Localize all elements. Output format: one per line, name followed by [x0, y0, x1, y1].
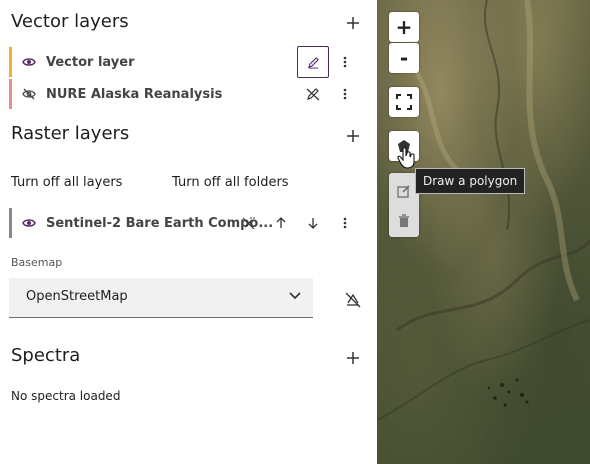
edit-icon — [397, 185, 410, 198]
zoom-out-label: - — [399, 46, 409, 70]
vector-layers-title: Vector layers — [11, 11, 129, 32]
no-spectra-text: No spectra loaded — [11, 389, 121, 403]
basemap-select[interactable]: OpenStreetMap — [9, 278, 313, 318]
arrow-up-icon — [276, 217, 286, 228]
edit-layer-button[interactable] — [297, 46, 329, 78]
add-spectra-button[interactable] — [343, 348, 363, 368]
layer-menu-button[interactable] — [334, 83, 356, 105]
layer-label: Vector layer — [46, 54, 135, 70]
turn-off-folders-button[interactable]: Turn off all folders — [172, 175, 289, 190]
fullscreen-button[interactable] — [389, 87, 419, 117]
trash-icon — [399, 214, 409, 227]
layer-label: NURE Alaska Reanalysis — [46, 86, 223, 102]
basemap-selected-value: OpenStreetMap — [26, 289, 128, 304]
turn-off-layers-button[interactable]: Turn off all layers — [11, 175, 122, 190]
hidden-eye-icon[interactable] — [21, 86, 37, 102]
wand-off-icon — [242, 217, 256, 230]
layer-color-bar — [9, 79, 12, 109]
delete-geometry-button[interactable] — [397, 213, 411, 232]
basemap-settings-off-button[interactable] — [342, 289, 364, 311]
visible-eye-icon[interactable] — [21, 215, 37, 231]
layer-menu-button[interactable] — [334, 212, 356, 234]
move-up-button[interactable] — [270, 212, 292, 234]
pencil-off-icon — [306, 88, 320, 101]
plus-icon — [347, 352, 359, 364]
zoom-out-button[interactable]: - — [389, 43, 419, 73]
plus-icon — [347, 17, 359, 29]
layer-color-bar — [9, 47, 12, 77]
hand-cursor-icon — [397, 147, 415, 169]
arrow-down-icon — [308, 218, 318, 229]
basemap-label: Basemap — [11, 256, 63, 269]
vector-layer-row[interactable]: Vector layer — [9, 46, 369, 78]
nure-layer-row[interactable]: NURE Alaska Reanalysis — [9, 79, 369, 109]
layers-off-icon — [345, 292, 361, 308]
pencil-icon — [307, 56, 319, 69]
fullscreen-icon — [396, 94, 412, 110]
zoom-in-label: + — [395, 15, 413, 39]
edit-disabled-button[interactable] — [302, 83, 324, 105]
layers-panel: Vector layers Vector layer NURE Alaska R… — [0, 0, 377, 464]
layer-color-bar — [9, 208, 12, 238]
visible-eye-icon[interactable] — [21, 54, 37, 70]
draw-polygon-tooltip: Draw a polygon — [415, 168, 526, 194]
raster-layers-title: Raster layers — [11, 123, 130, 144]
more-vert-icon — [343, 88, 347, 100]
layer-menu-button[interactable] — [334, 51, 356, 73]
add-raster-layer-button[interactable] — [343, 126, 363, 146]
spectra-title: Spectra — [11, 345, 81, 366]
zoom-in-button[interactable]: + — [389, 12, 419, 42]
more-vert-icon — [343, 56, 347, 68]
chevron-down-icon — [289, 292, 301, 300]
opacity-tool-button[interactable] — [238, 212, 260, 234]
edit-geometry-button[interactable] — [397, 183, 411, 202]
add-vector-layer-button[interactable] — [343, 13, 363, 33]
move-down-button[interactable] — [302, 212, 324, 234]
plus-icon — [347, 130, 359, 142]
more-vert-icon — [343, 217, 347, 229]
sentinel-layer-row[interactable]: Sentinel-2 Bare Earth Compo... — [9, 208, 369, 238]
